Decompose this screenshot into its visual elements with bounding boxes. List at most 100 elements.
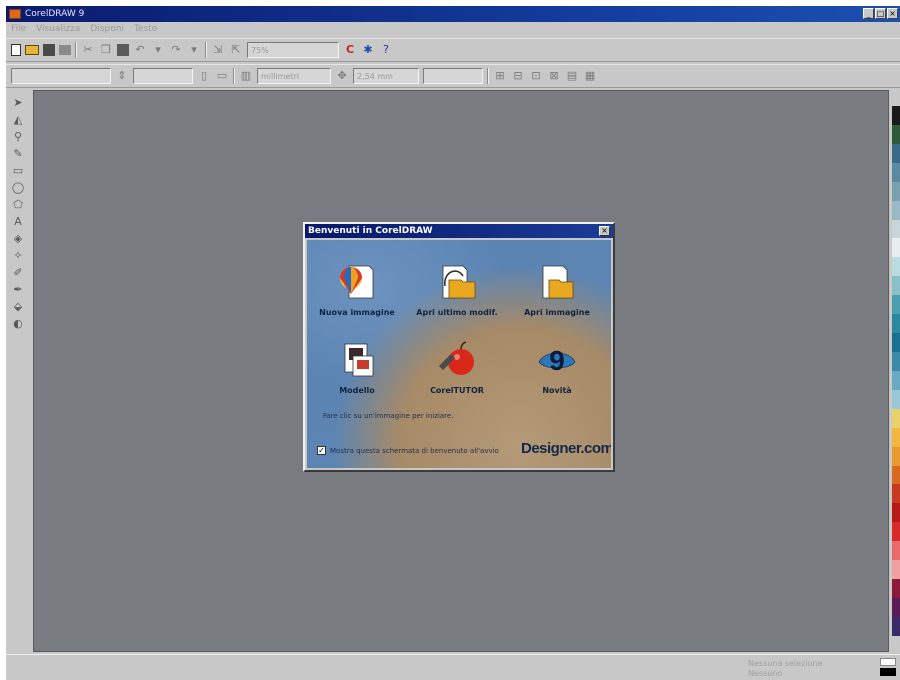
treat-as-filled-icon[interactable]: ▤ — [565, 69, 579, 83]
zoom-level-value: 75% — [251, 45, 269, 55]
palette-swatch[interactable] — [892, 427, 900, 447]
menu-view[interactable]: Visualizza — [36, 24, 80, 34]
options-icon[interactable]: ▦ — [583, 69, 597, 83]
application-launcher-icon[interactable]: C — [343, 43, 357, 57]
print-icon[interactable] — [59, 45, 71, 55]
copy-icon[interactable]: ❐ — [99, 43, 113, 57]
ellipse-tool-icon[interactable]: ◯ — [10, 181, 26, 195]
template-label: Modello — [339, 386, 375, 395]
palette-swatch[interactable] — [892, 257, 900, 277]
new-graphic-label: Nuova immagine — [319, 308, 395, 317]
palette-swatch[interactable] — [892, 351, 900, 371]
open-graphic-option[interactable]: Apri immagine — [507, 262, 607, 317]
close-button[interactable]: × — [887, 8, 898, 19]
palette-swatch[interactable] — [892, 484, 900, 504]
paste-icon[interactable] — [117, 44, 129, 56]
polygon-tool-icon[interactable]: ⬠ — [10, 198, 26, 212]
palette-swatch[interactable] — [892, 522, 900, 542]
freehand-tool-icon[interactable]: ✎ — [10, 147, 26, 161]
app-icon — [9, 9, 21, 19]
new-graphic-option[interactable]: Nuova immagine — [307, 262, 407, 317]
palette-swatch[interactable] — [892, 106, 900, 125]
shape-tool-icon[interactable]: ◭ — [10, 113, 26, 127]
interactive-fill-tool-icon[interactable]: ◈ — [10, 232, 26, 246]
palette-swatch[interactable] — [892, 314, 900, 334]
palette-swatch[interactable] — [892, 295, 900, 315]
undo-dropdown-icon[interactable]: ▾ — [151, 43, 165, 57]
corel-online-icon[interactable]: ✱ — [361, 43, 375, 57]
snap-to-guidelines-icon[interactable]: ⊟ — [511, 69, 525, 83]
palette-swatch[interactable] — [892, 200, 900, 220]
export-icon[interactable]: ⇱ — [229, 43, 243, 57]
interactive-blend-tool-icon[interactable]: ✧ — [10, 249, 26, 263]
palette-swatch[interactable] — [892, 124, 900, 144]
nudge-offset-value: 2,54 mm — [357, 71, 393, 81]
show-at-startup-checkbox[interactable]: ✓ — [317, 446, 326, 455]
dialog-title: Benvenuti in CorelDRAW — [308, 226, 433, 236]
duplicate-distance-field[interactable] — [423, 68, 483, 84]
palette-swatch[interactable] — [892, 616, 900, 636]
palette-swatch[interactable] — [892, 162, 900, 182]
tutor-option[interactable]: CorelTUTOR — [407, 340, 507, 395]
color-palette[interactable] — [892, 106, 900, 636]
template-option[interactable]: Modello — [307, 340, 407, 395]
menu-arrange[interactable]: Disponi — [90, 24, 124, 34]
save-icon[interactable] — [43, 44, 55, 56]
page-icon[interactable]: ▥ — [239, 69, 253, 83]
new-document-icon[interactable] — [11, 44, 21, 56]
zoom-tool-icon[interactable]: ⚲ — [10, 130, 26, 144]
palette-swatch[interactable] — [892, 465, 900, 485]
draw-mode-icon[interactable]: ⊠ — [547, 69, 561, 83]
palette-swatch[interactable] — [892, 503, 900, 523]
interactive-transparency-tool-icon[interactable]: ◐ — [10, 317, 26, 331]
maximize-button[interactable]: □ — [875, 8, 886, 19]
text-tool-icon[interactable]: A — [10, 215, 26, 229]
palette-swatch[interactable] — [892, 143, 900, 163]
nudge-offset-field[interactable]: 2,54 mm — [353, 68, 419, 84]
landscape-icon[interactable]: ▭ — [215, 69, 229, 83]
portrait-icon[interactable]: ▯ — [197, 69, 211, 83]
palette-swatch[interactable] — [892, 597, 900, 617]
paper-dimensions-field[interactable] — [133, 68, 193, 84]
zoom-level-select[interactable]: 75% — [247, 42, 339, 58]
dialog-close-button[interactable]: × — [599, 226, 610, 236]
palette-swatch[interactable] — [892, 541, 900, 561]
palette-swatch[interactable] — [892, 579, 900, 598]
menu-text[interactable]: Testo — [134, 24, 157, 34]
palette-swatch[interactable] — [892, 560, 900, 580]
redo-dropdown-icon[interactable]: ▾ — [187, 43, 201, 57]
menu-file[interactable]: File — [11, 24, 26, 34]
palette-swatch[interactable] — [892, 370, 900, 390]
paper-size-spinner-icon[interactable]: ⇕ — [115, 69, 129, 83]
palette-swatch[interactable] — [892, 181, 900, 201]
redo-icon[interactable]: ↷ — [169, 43, 183, 57]
dialog-title-bar: Benvenuti in CorelDRAW — [305, 224, 613, 238]
palette-swatch[interactable] — [892, 238, 900, 258]
whats-this-help-icon[interactable]: ? — [379, 43, 393, 57]
minimize-button[interactable]: _ — [863, 8, 874, 19]
open-last-edited-option[interactable]: Apri ultimo modif. — [407, 262, 507, 317]
fill-tool-icon[interactable]: ⬙ — [10, 300, 26, 314]
whats-new-option[interactable]: 9 Novità — [507, 340, 607, 395]
palette-swatch[interactable] — [892, 276, 900, 296]
eyedropper-tool-icon[interactable]: ✐ — [10, 266, 26, 280]
rectangle-tool-icon[interactable]: ▭ — [10, 164, 26, 178]
palette-swatch[interactable] — [892, 408, 900, 428]
nudge-icon[interactable]: ✥ — [335, 69, 349, 83]
outline-tool-icon[interactable]: ✒ — [10, 283, 26, 297]
snap-to-grid-icon[interactable]: ⊞ — [493, 69, 507, 83]
units-select[interactable]: millimetri — [257, 68, 331, 84]
pick-tool-icon[interactable]: ➤ — [10, 96, 26, 110]
palette-swatch[interactable] — [892, 333, 900, 352]
toolbar-separator — [205, 42, 207, 58]
palette-swatch[interactable] — [892, 219, 900, 239]
cut-icon[interactable]: ✂ — [81, 43, 95, 57]
palette-swatch[interactable] — [892, 389, 900, 409]
import-icon[interactable]: ⇲ — [211, 43, 225, 57]
designer-com-logo[interactable]: Designer.com — [521, 440, 611, 457]
palette-swatch[interactable] — [892, 446, 900, 466]
snap-to-objects-icon[interactable]: ⊡ — [529, 69, 543, 83]
paper-type-select[interactable] — [11, 68, 111, 84]
open-folder-icon[interactable] — [25, 45, 39, 55]
undo-icon[interactable]: ↶ — [133, 43, 147, 57]
